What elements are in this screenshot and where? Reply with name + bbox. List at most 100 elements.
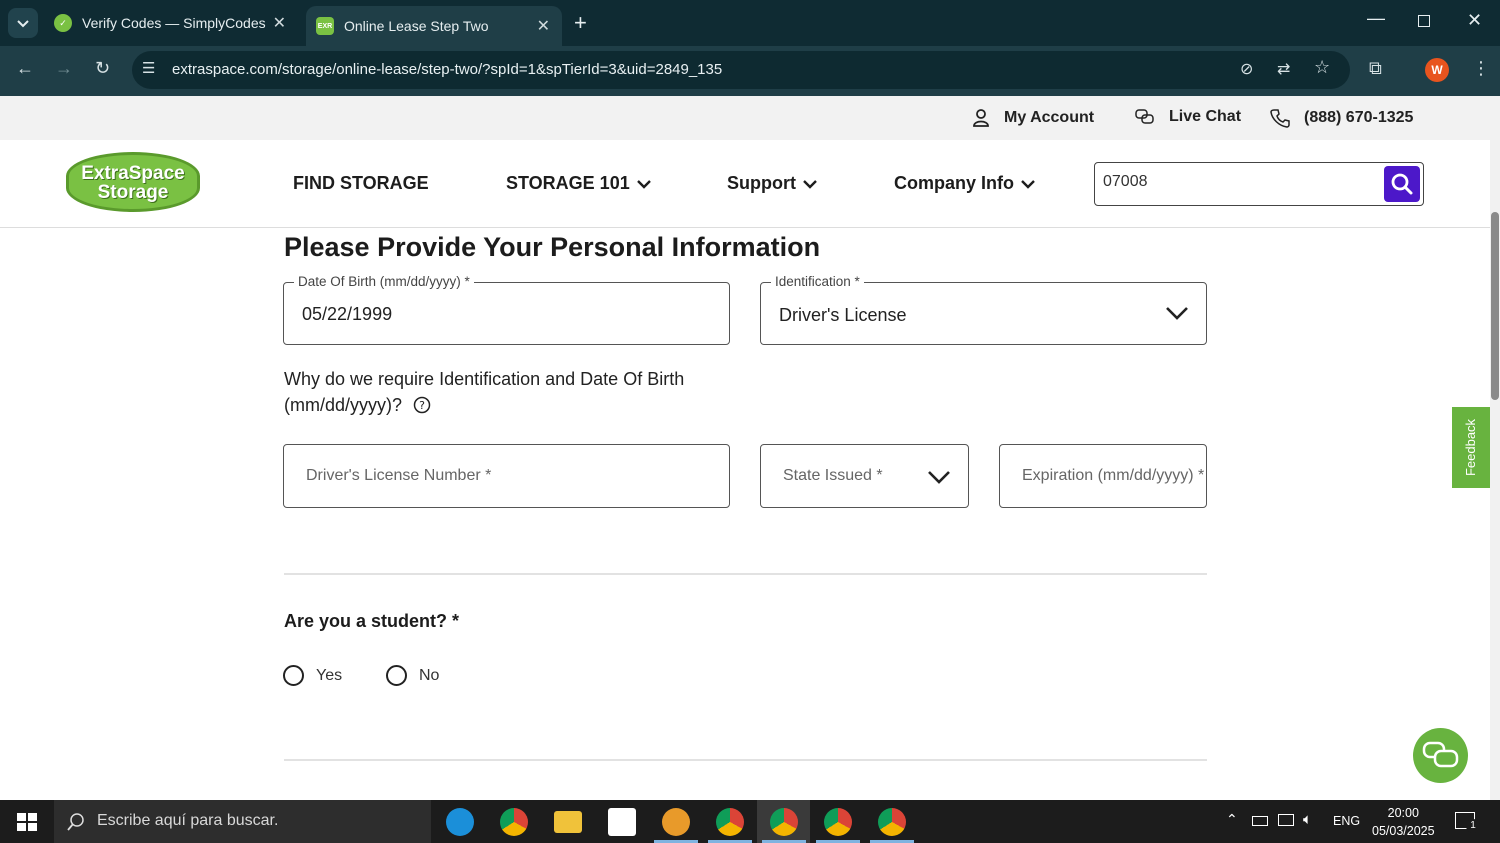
tab-list-button[interactable]	[8, 8, 38, 38]
state-issued-select[interactable]: State Issued *	[760, 444, 969, 508]
radio-label: No	[419, 666, 440, 684]
chevron-down-icon	[636, 179, 651, 189]
url-text[interactable]: extraspace.com/storage/online-lease/step…	[172, 61, 722, 78]
bookmark-star-icon[interactable]: ☆	[1314, 57, 1330, 78]
profile-avatar[interactable]: W	[1425, 58, 1449, 82]
expiration-placeholder: Expiration (mm/dd/yyyy) *	[1022, 467, 1205, 484]
nav-label: FIND STORAGE	[293, 173, 429, 193]
page-scrollbar[interactable]	[1490, 140, 1500, 800]
svg-text:?: ?	[419, 399, 425, 412]
phone-link[interactable]: (888) 670-1325	[1270, 108, 1413, 128]
volume-icon[interactable]: 🔈︎	[1303, 811, 1312, 828]
restore-icon[interactable]	[1418, 15, 1430, 27]
chat-button[interactable]	[1413, 728, 1468, 783]
dob-field[interactable]: Date Of Birth (mm/dd/yyyy) * 05/22/1999	[283, 274, 730, 345]
state-issued-placeholder: State Issued *	[783, 467, 883, 484]
radio-circle[interactable]	[283, 665, 304, 686]
radio-circle[interactable]	[386, 665, 407, 686]
profile-initial: W	[1431, 63, 1443, 77]
identification-value: Driver's License	[779, 305, 907, 325]
section-divider	[284, 759, 1207, 761]
windows-logo-icon	[17, 813, 37, 831]
browser-menu-icon[interactable]: ⋮	[1472, 58, 1490, 79]
logo-line-2: Storage	[97, 182, 169, 203]
nav-company-info[interactable]: Company Info	[894, 173, 1036, 194]
chat-bubbles-icon	[1135, 109, 1154, 124]
windows-taskbar: Escribe aquí para buscar. ⌃ 🔈︎ ENG 20:00…	[0, 800, 1500, 843]
minimize-icon[interactable]: —	[1367, 8, 1385, 29]
notifications-icon[interactable]: 1	[1455, 812, 1480, 833]
nav-label: STORAGE 101	[506, 173, 630, 193]
dob-value: 05/22/1999	[302, 304, 393, 324]
identification-label: Identification *	[771, 274, 864, 289]
browser-toolbar: ← → ↻ ☰ extraspace.com/storage/online-le…	[0, 46, 1500, 96]
tracking-blocked-icon[interactable]: ⊘	[1240, 59, 1253, 79]
address-bar[interactable]: ☰ extraspace.com/storage/online-lease/st…	[132, 51, 1350, 89]
identification-select[interactable]: Identification * Driver's License	[760, 274, 1207, 345]
radio-label: Yes	[316, 666, 343, 684]
tab-title: Online Lease Step Two	[344, 18, 489, 34]
back-icon[interactable]: ←	[16, 58, 34, 79]
chevron-down-icon	[928, 471, 950, 484]
expiration-field[interactable]: Expiration (mm/dd/yyyy) *	[999, 444, 1207, 508]
extraspace-favicon-icon: EXR	[316, 17, 334, 35]
edge-icon[interactable]	[446, 808, 474, 836]
reload-icon[interactable]: ↻	[95, 58, 110, 79]
help-icon[interactable]: ?	[413, 396, 431, 414]
tab-online-lease[interactable]: EXR Online Lease Step Two ✕	[306, 6, 562, 46]
clock[interactable]: 20:00 05/03/2025	[1372, 804, 1435, 840]
why-required-label: Why do we require Identification and Dat…	[284, 369, 685, 415]
language-indicator[interactable]: ENG	[1333, 814, 1360, 828]
store-icon[interactable]	[608, 808, 636, 836]
dob-label: Date Of Birth (mm/dd/yyyy) *	[294, 274, 474, 289]
chrome-profile-icon[interactable]	[716, 808, 744, 836]
extensions-icon[interactable]: ⧉	[1369, 58, 1382, 79]
file-explorer-icon[interactable]	[554, 811, 582, 833]
nav-label: Support	[727, 173, 796, 193]
nav-support[interactable]: Support	[727, 173, 818, 194]
network-icon[interactable]	[1278, 814, 1294, 826]
nav-storage-101[interactable]: STORAGE 101	[506, 173, 652, 194]
site-info-icon[interactable]: ☰	[142, 59, 155, 77]
my-account-link[interactable]: My Account	[972, 108, 1094, 128]
feedback-tab[interactable]: Feedback	[1452, 407, 1490, 488]
search-icon	[1391, 173, 1413, 195]
tray-chevron-up-icon[interactable]: ⌃	[1226, 811, 1238, 828]
chrome-profile-icon[interactable]	[878, 808, 906, 836]
extraspace-logo[interactable]: ExtraSpace Storage	[66, 152, 200, 212]
forward-icon[interactable]: →	[55, 58, 73, 79]
license-number-field[interactable]: Driver's License Number *	[283, 444, 730, 508]
search-button[interactable]	[1384, 166, 1420, 202]
close-window-icon[interactable]: ✕	[1467, 10, 1482, 31]
simplycodes-favicon-icon: ✓	[54, 14, 72, 32]
live-chat-link[interactable]: Live Chat	[1135, 108, 1241, 126]
chevron-down-icon	[803, 179, 817, 189]
chrome-profile-icon[interactable]	[770, 808, 798, 836]
scrollbar-thumb[interactable]	[1491, 212, 1499, 400]
location-search	[1094, 162, 1424, 206]
clock-time: 20:00	[1387, 806, 1419, 820]
translate-icon[interactable]: ⇄	[1277, 59, 1290, 79]
nav-find-storage[interactable]: FIND STORAGE	[293, 173, 429, 194]
why-required-text: Why do we require Identification and Dat…	[284, 366, 744, 418]
taskbar-search-placeholder: Escribe aquí para buscar.	[97, 812, 279, 829]
site-header: ExtraSpace Storage FIND STORAGE STORAGE …	[0, 140, 1490, 228]
student-yes-radio[interactable]: Yes	[283, 665, 342, 686]
user-icon	[973, 109, 989, 127]
app-icon[interactable]	[662, 808, 690, 836]
student-no-radio[interactable]: No	[386, 665, 439, 686]
close-tab-icon[interactable]: ✕	[273, 13, 286, 33]
close-tab-icon[interactable]: ✕	[537, 16, 550, 36]
chevron-down-icon	[1021, 179, 1035, 189]
location-search-input[interactable]	[1103, 173, 1373, 191]
new-tab-icon[interactable]: +	[574, 10, 587, 36]
chrome-icon[interactable]	[500, 808, 528, 836]
tab-simplycodes[interactable]: ✓ Verify Codes — SimplyCodes ✕	[44, 6, 298, 40]
taskbar-search[interactable]: Escribe aquí para buscar.	[54, 800, 431, 843]
start-button[interactable]	[17, 813, 37, 831]
battery-icon[interactable]	[1252, 816, 1268, 826]
phone-icon	[1270, 109, 1290, 128]
logo-line-1: ExtraSpace	[81, 163, 185, 184]
chrome-profile-icon[interactable]	[824, 808, 852, 836]
page-title: Please Provide Your Personal Information	[284, 232, 821, 262]
